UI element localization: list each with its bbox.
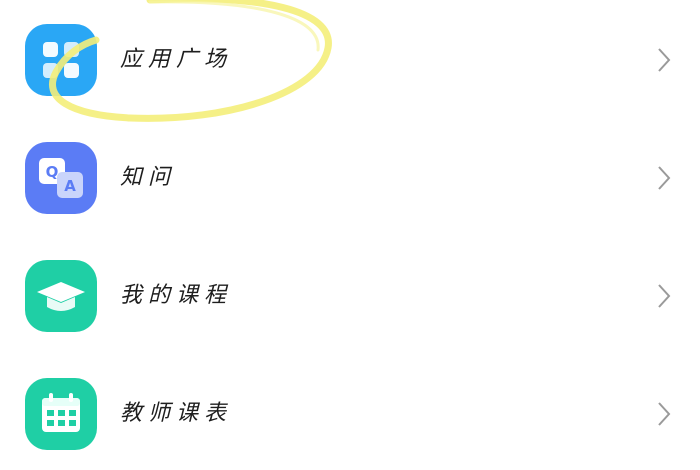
menu-list: 应用广场 Q A 知问 我的课程 教师课表	[0, 0, 700, 470]
menu-item-label: 知问	[120, 165, 177, 190]
menu-item-label: 应用广场	[120, 47, 233, 72]
app-grid-icon	[25, 24, 97, 96]
chevron-right-icon	[654, 282, 674, 310]
menu-item-app-plaza[interactable]: 应用广场	[0, 24, 700, 134]
chevron-right-icon	[654, 400, 674, 428]
chevron-right-icon	[654, 164, 674, 192]
chevron-right-icon	[654, 46, 674, 74]
menu-item-zhiwen[interactable]: Q A 知问	[0, 142, 700, 252]
graduation-cap-icon	[25, 260, 97, 332]
menu-item-my-courses[interactable]: 我的课程	[0, 260, 700, 370]
menu-item-label: 教师课表	[120, 401, 233, 426]
qa-icon: Q A	[25, 142, 97, 214]
menu-item-label: 我的课程	[120, 283, 233, 308]
menu-item-teacher-schedule[interactable]: 教师课表	[0, 378, 700, 470]
calendar-icon	[25, 378, 97, 450]
qa-icon-a: A	[64, 177, 76, 195]
qa-icon-q: Q	[46, 163, 59, 181]
